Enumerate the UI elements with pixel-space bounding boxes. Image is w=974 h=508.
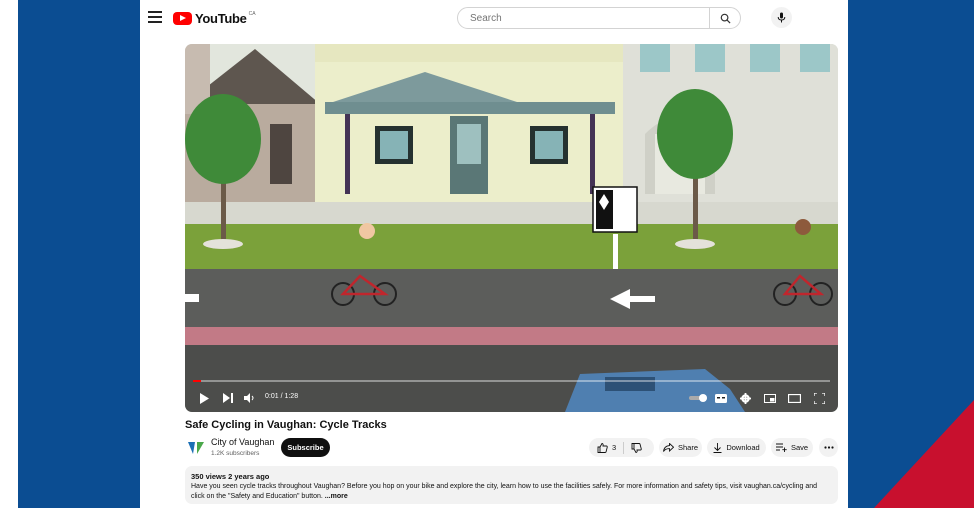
channel-name[interactable]: City of Vaughan	[211, 437, 274, 447]
next-button[interactable]	[221, 390, 235, 406]
fullscreen-button[interactable]	[812, 390, 826, 406]
download-icon	[713, 442, 722, 453]
play-logo-icon	[173, 11, 192, 25]
theater-icon	[787, 393, 801, 403]
divider	[623, 441, 625, 454]
video-frame	[185, 44, 838, 412]
view-count-and-date: 350 views 2 years ago	[191, 472, 270, 481]
gear-icon	[739, 392, 751, 404]
more-actions-button[interactable]	[819, 438, 838, 457]
logo-text: YouTube	[195, 10, 247, 26]
thumbs-down-icon	[631, 442, 642, 453]
video-player[interactable]: 0:01 / 1:28	[185, 44, 838, 412]
search-box	[457, 7, 741, 29]
captions-button[interactable]	[714, 390, 728, 406]
theater-mode-button[interactable]	[787, 390, 801, 406]
video-title: Safe Cycling in Vaughan: Cycle Tracks	[185, 419, 387, 431]
youtube-page: YouTube CA Search 0:01 / 1:28 Safe Cycli…	[140, 0, 848, 508]
like-count: 3	[612, 443, 617, 452]
search-icon	[720, 13, 731, 24]
microphone-icon	[777, 12, 786, 23]
fullscreen-icon	[813, 392, 825, 404]
menu-icon[interactable]	[148, 11, 162, 23]
time-display: 0:01 / 1:28	[265, 393, 299, 400]
progress-fill	[193, 380, 202, 382]
player-controls: 0:01 / 1:28	[185, 380, 838, 412]
youtube-logo[interactable]: YouTube CA	[173, 9, 256, 27]
download-label: Download	[726, 443, 760, 452]
show-more-link[interactable]: ...more	[325, 493, 348, 500]
next-icon	[222, 393, 233, 403]
share-icon	[663, 443, 674, 452]
search-input[interactable]	[468, 8, 709, 28]
dislike-button[interactable]	[631, 442, 642, 453]
volume-button[interactable]	[243, 390, 257, 406]
volume-icon	[244, 393, 254, 403]
subscriber-count: 1.2K subscribers	[211, 450, 260, 457]
vaughan-logo-icon	[188, 442, 204, 454]
autoplay-toggle[interactable]	[689, 390, 709, 406]
description-text: Have you seen cycle tracks throughout Va…	[191, 482, 831, 502]
share-button[interactable]: Share	[659, 438, 702, 457]
download-button[interactable]: Download	[707, 438, 766, 457]
save-label: Save	[790, 443, 809, 452]
description-body: Have you seen cycle tracks throughout Va…	[191, 483, 818, 500]
like-dislike-group: 3	[589, 438, 654, 457]
like-button[interactable]: 3	[589, 442, 617, 453]
description-box[interactable]: 350 views 2 years ago Have you seen cycl…	[185, 466, 838, 504]
captions-icon	[715, 393, 727, 403]
autoplay-icon	[689, 394, 707, 402]
miniplayer-button[interactable]	[763, 390, 777, 406]
thumbs-up-icon	[597, 442, 608, 453]
channel-avatar[interactable]	[187, 438, 205, 456]
voice-search-button[interactable]	[771, 7, 792, 28]
top-bar: YouTube CA	[140, 0, 848, 36]
search-button[interactable]	[709, 8, 740, 28]
save-button[interactable]: Save	[771, 438, 813, 457]
left-frame	[0, 0, 18, 508]
play-icon	[200, 392, 209, 404]
more-horizontal-icon	[823, 446, 834, 449]
add-to-playlist-icon	[775, 443, 787, 452]
miniplayer-icon	[764, 393, 776, 403]
settings-button[interactable]	[738, 390, 752, 406]
play-button[interactable]	[197, 390, 211, 406]
progress-bar[interactable]	[193, 380, 830, 382]
subscribe-button[interactable]: Subscribe	[281, 438, 330, 457]
share-label: Share	[677, 443, 698, 452]
country-code: CA	[248, 10, 256, 17]
